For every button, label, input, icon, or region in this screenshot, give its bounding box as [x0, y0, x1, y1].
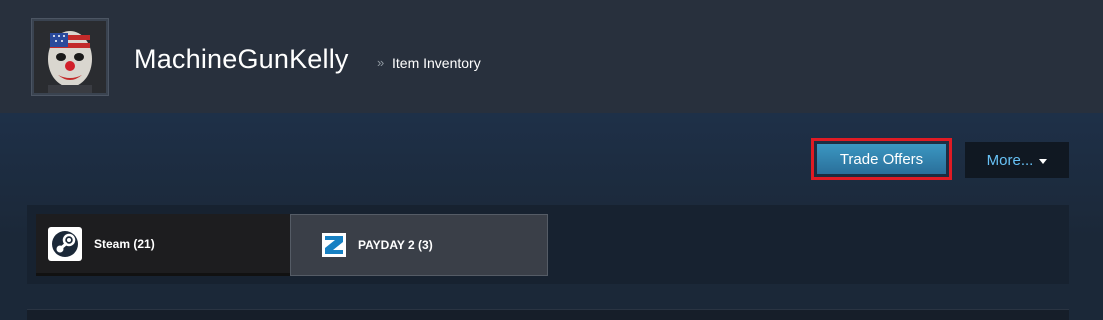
- clown-mask-avatar-icon: [34, 21, 106, 93]
- inventory-panel: [27, 309, 1069, 320]
- trade-offers-button[interactable]: Trade Offers: [817, 144, 946, 174]
- steam-icon: [48, 226, 82, 261]
- tab-steam-label: Steam (21): [94, 236, 155, 251]
- tab-payday2-label: PAYDAY 2 (3): [358, 238, 433, 252]
- trade-offers-highlight: Trade Offers: [811, 138, 952, 180]
- chevron-down-icon: [1039, 158, 1048, 164]
- payday2-icon: [322, 233, 346, 257]
- breadcrumb-page-label: Item Inventory: [392, 55, 481, 71]
- more-dropdown-button[interactable]: More...: [965, 142, 1069, 178]
- game-tabs: Steam (21) PAYDAY 2 (3): [27, 205, 1069, 284]
- inventory-page: MachineGunKelly » Item Inventory Trade O…: [0, 0, 1103, 320]
- tab-payday2[interactable]: PAYDAY 2 (3): [290, 214, 548, 276]
- avatar[interactable]: [31, 18, 109, 96]
- more-label: More...: [986, 151, 1034, 169]
- persona-name[interactable]: MachineGunKelly: [134, 44, 349, 75]
- profile-header: MachineGunKelly » Item Inventory: [0, 0, 1103, 113]
- tab-steam[interactable]: Steam (21): [36, 214, 291, 276]
- breadcrumb-separator: »: [377, 55, 385, 70]
